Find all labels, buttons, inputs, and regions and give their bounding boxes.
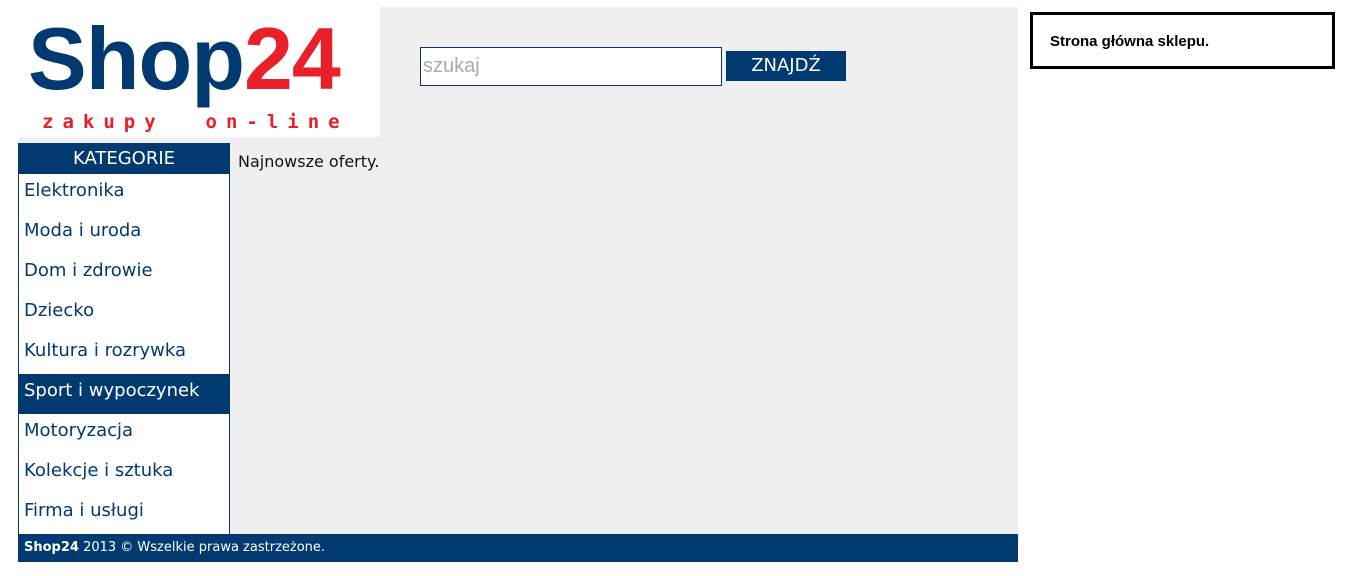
footer-brand: Shop24 [24, 540, 79, 555]
category-item[interactable]: Motoryzacja [19, 414, 229, 454]
logo-tagline: zakupy on-line [42, 111, 349, 133]
category-item[interactable]: Elektronika [19, 174, 229, 214]
logo-title-shop: Shop [28, 9, 245, 108]
logo-title-number: 24 [243, 9, 341, 108]
footer: Shop24 2013 © Wszelkie prawa zastrzeżone… [18, 534, 1018, 562]
logo[interactable]: Shop24 zakupy on-line [18, 7, 380, 137]
category-item[interactable]: Dom i zdrowie [19, 254, 229, 294]
page: Shop24 zakupy on-line ZNAJDŹ KATEGORIE E… [0, 0, 1360, 576]
category-item[interactable]: Kultura i rozrywka [19, 334, 229, 374]
category-item[interactable]: Kolekcje i sztuka [19, 454, 229, 494]
categories-list: Elektronika Moda i uroda Dom i zdrowie Dzie… [19, 174, 229, 534]
search-input[interactable] [420, 47, 722, 86]
info-box: Strona główna sklepu. [1030, 12, 1335, 69]
category-item[interactable]: Dziecko [19, 294, 229, 334]
category-item[interactable]: Firma i usługi [19, 494, 229, 534]
logo-title: Shop24 [28, 9, 341, 109]
footer-copyright: 2013 © Wszelkie prawa zastrzeżone. [78, 540, 326, 555]
categories-sidebar: KATEGORIE Elektronika Moda i uroda Dom i z… [18, 143, 230, 534]
category-item[interactable]: Moda i uroda [19, 214, 229, 254]
categories-header: KATEGORIE [19, 143, 229, 174]
search-button[interactable]: ZNAJDŹ [726, 51, 846, 81]
category-item[interactable]: Sport i wypoczynek [19, 374, 229, 414]
latest-offers-text: Najnowsze oferty. [238, 152, 380, 171]
